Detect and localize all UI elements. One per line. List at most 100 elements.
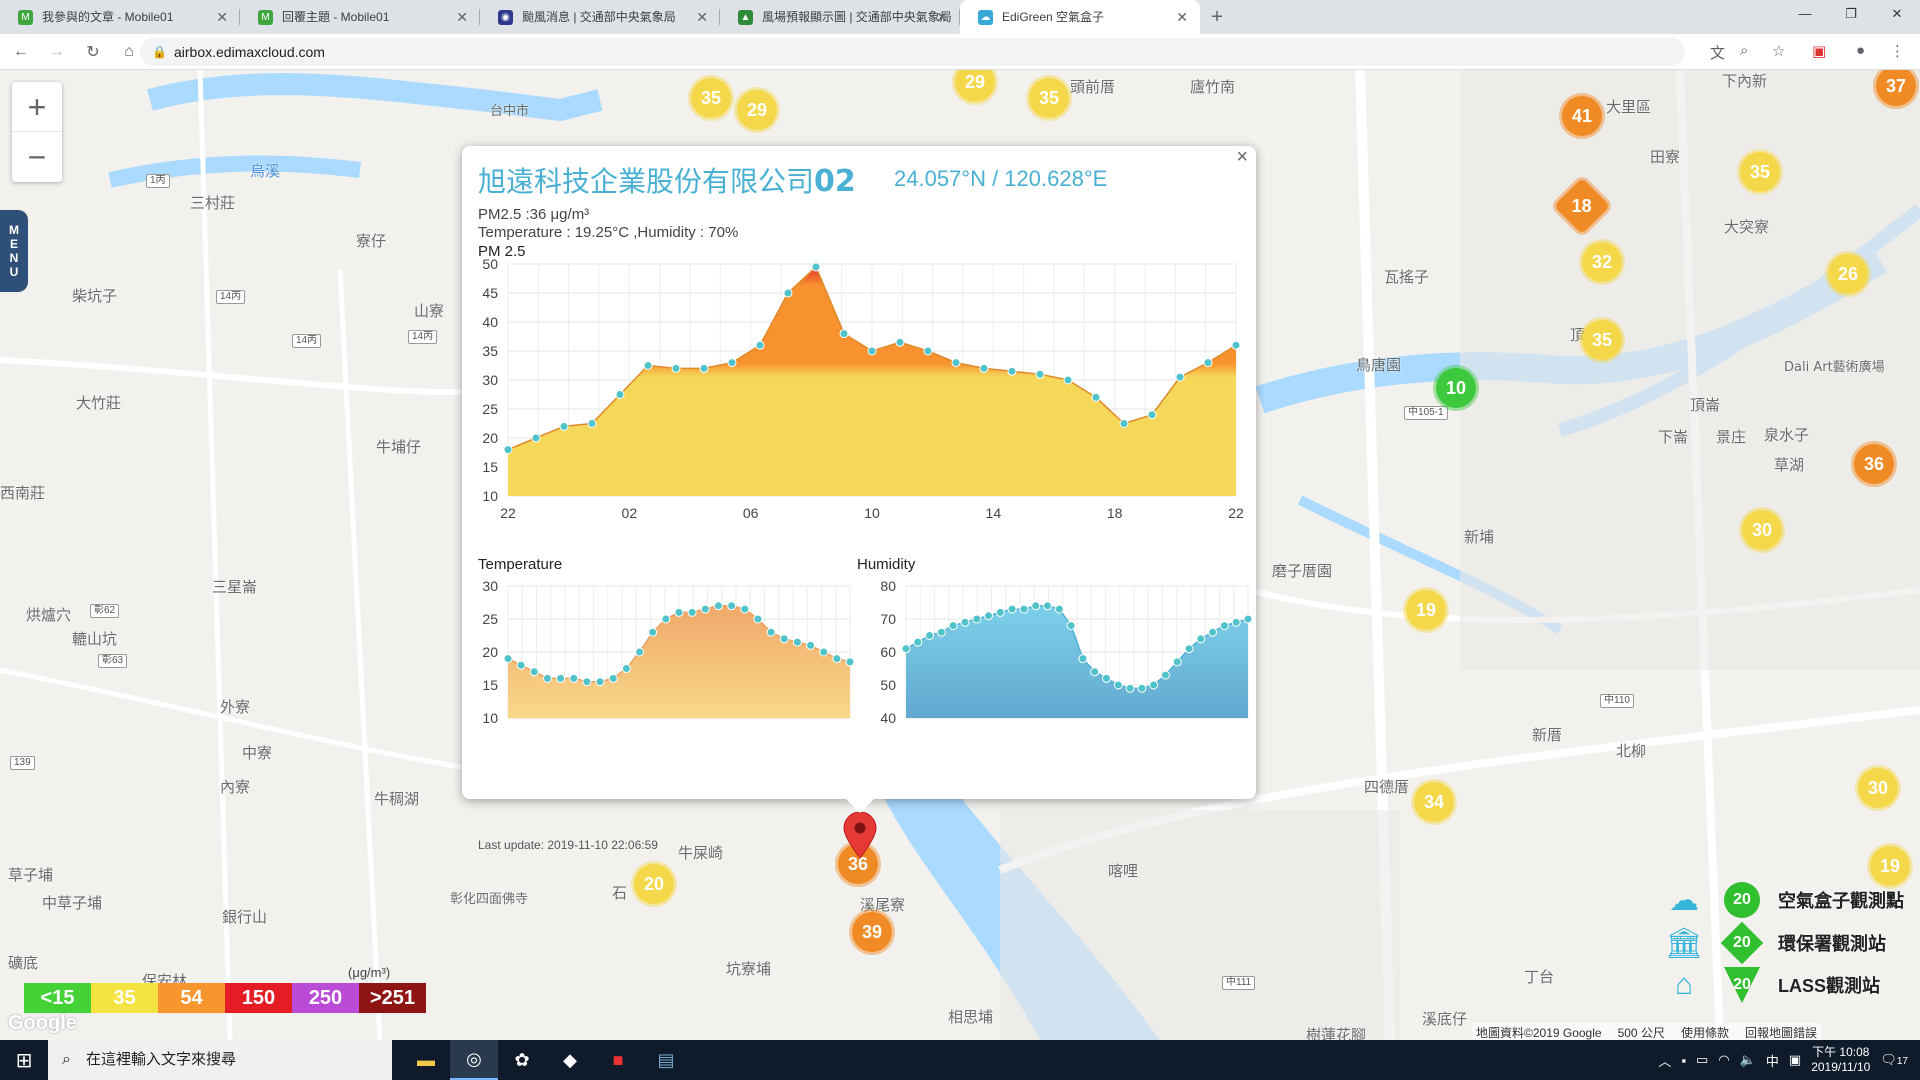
pm25-marker[interactable]: 35 <box>1029 78 1069 118</box>
notification-count: 17 <box>1896 1056 1908 1067</box>
pm25-marker[interactable]: 19 <box>1406 590 1446 630</box>
tray-expand-icon[interactable]: ︿ <box>1658 1051 1671 1070</box>
pm25-marker[interactable]: 41 <box>1562 96 1602 136</box>
profile-icon[interactable]: ● <box>1856 42 1865 59</box>
bookmark-star-icon[interactable]: ☆ <box>1772 42 1785 60</box>
map-label: 烘爐穴 <box>26 606 72 624</box>
back-icon[interactable]: ← <box>6 43 36 61</box>
app-icon[interactable]: ▤ <box>642 1040 690 1080</box>
legend-badge-circle: 20 <box>1724 882 1760 918</box>
data-point <box>995 607 1005 617</box>
menu-tab[interactable]: MENU <box>0 210 28 292</box>
legend-lass: ⌂ 20 LASS觀測站 <box>1660 965 1880 1005</box>
clock-date: 2019/11/10 <box>1811 1060 1871 1074</box>
pm25-marker[interactable]: 10 <box>1436 368 1476 408</box>
zoom-out-button[interactable]: − <box>12 132 62 182</box>
data-point <box>559 421 569 431</box>
close-window-icon[interactable]: ✕ <box>1874 0 1920 28</box>
map-label: 內寮 <box>220 778 251 796</box>
extension-icon[interactable]: ▣ <box>1812 42 1826 60</box>
data-point <box>792 637 802 647</box>
close-tab-icon[interactable]: ✕ <box>696 0 708 34</box>
app-icon[interactable]: ◆ <box>546 1040 594 1080</box>
zoom-icon[interactable]: ⌕ <box>1740 42 1748 59</box>
app-icon[interactable]: ■ <box>594 1040 642 1080</box>
browser-tab[interactable]: M 回覆主題 - Mobile01 ✕ <box>240 0 480 34</box>
data-point <box>1035 369 1045 379</box>
tray-app-icon[interactable]: ▪ <box>1681 1053 1686 1068</box>
browser-tab-active[interactable]: ☁ EdiGreen 空氣盒子 ✕ <box>960 0 1200 34</box>
pm25-marker[interactable]: 26 <box>1828 254 1868 294</box>
taskbar-search[interactable]: ⌕ 在這裡輸入文字來搜尋 <box>48 1040 392 1080</box>
y-tick-label: 40 <box>880 710 896 726</box>
data-point <box>671 363 681 373</box>
pm25-marker[interactable]: 35 <box>1582 320 1622 360</box>
data-point <box>1203 358 1213 368</box>
battery-icon[interactable]: ▭ <box>1696 1052 1708 1068</box>
ime-indicator[interactable]: 中 <box>1766 1051 1779 1070</box>
close-tab-icon[interactable]: ✕ <box>936 0 948 34</box>
pm25-marker[interactable]: 30 <box>1742 510 1782 550</box>
more-menu-icon[interactable]: ⋮ <box>1890 42 1905 60</box>
data-point <box>1007 366 1017 376</box>
browser-tab[interactable]: M 我參與的文章 - Mobile01 ✕ <box>0 0 240 34</box>
data-point <box>1196 634 1206 644</box>
data-point <box>806 640 816 650</box>
windows-start-icon[interactable]: ⊞ <box>0 1040 48 1080</box>
pm25-marker[interactable]: 32 <box>1582 242 1622 282</box>
terms-link[interactable]: 使用條款 <box>1681 1024 1729 1040</box>
browser-toolbar: ← → ↻ ⌂ 🔒 airbox.edimaxcloud.com 文 ⌕ ☆ ▣… <box>0 34 1920 70</box>
legend-level-3: 54 <box>158 983 225 1013</box>
road <box>0 357 481 396</box>
minimize-icon[interactable]: — <box>1782 0 1828 28</box>
close-popup-icon[interactable]: × <box>1236 146 1248 169</box>
legend-airbox: ☁ 20 空氣盒子觀測點 <box>1660 880 1904 920</box>
pm25-marker[interactable]: 35 <box>691 78 731 118</box>
translate-icon[interactable]: 文 <box>1710 42 1725 63</box>
restore-icon[interactable]: ❐ <box>1828 0 1874 28</box>
pm25-marker[interactable]: 39 <box>852 912 892 952</box>
map-label: 牛稠湖 <box>374 790 420 808</box>
pm25-marker[interactable]: 20 <box>634 864 674 904</box>
data-point <box>1019 604 1029 614</box>
zoom-in-button[interactable]: + <box>12 82 62 132</box>
scale-bar[interactable]: 500 公尺 <box>1618 1024 1665 1040</box>
close-tab-icon[interactable]: ✕ <box>456 0 468 34</box>
map-label: 喀哩 <box>1108 862 1139 880</box>
data-point <box>1101 673 1111 683</box>
file-explorer-icon[interactable]: ▬ <box>402 1040 450 1080</box>
app-icon[interactable]: ✿ <box>498 1040 546 1080</box>
reload-icon[interactable]: ↻ <box>78 42 108 62</box>
close-tab-icon[interactable]: ✕ <box>1176 0 1188 34</box>
forward-icon[interactable]: → <box>42 43 72 61</box>
browser-tab[interactable]: ◉ 颱風消息 | 交通部中央氣象局 ✕ <box>480 0 720 34</box>
pm25-marker[interactable]: 36 <box>1854 444 1894 484</box>
data-point <box>503 654 513 664</box>
location-pin-icon[interactable] <box>842 812 878 860</box>
data-point <box>582 677 592 687</box>
close-tab-icon[interactable]: ✕ <box>216 0 228 34</box>
clock[interactable]: 下午 10:08 2019/11/10 <box>1811 1045 1870 1075</box>
pm25-marker[interactable]: 35 <box>1740 152 1780 192</box>
notification-icon[interactable]: 🗨17 <box>1880 1052 1908 1068</box>
road-shield: 中110 <box>1600 694 1634 708</box>
data-point <box>595 677 605 687</box>
data-point <box>635 647 645 657</box>
map-label: 寮仔 <box>356 232 387 250</box>
y-tick-label: 30 <box>482 372 498 388</box>
map-label: 礦底 <box>8 954 39 972</box>
volume-icon[interactable]: 🔈 <box>1740 1052 1756 1068</box>
address-bar[interactable]: 🔒 airbox.edimaxcloud.com <box>140 38 1685 66</box>
map-canvas[interactable]: 三村莊 寮仔 柴坑子 山寮 大竹莊 牛埔仔 西南莊 三星崙 烘爐穴 轆山坑 外寮… <box>0 70 1920 1040</box>
pm25-marker[interactable]: 30 <box>1858 768 1898 808</box>
new-tab-button[interactable]: + <box>1200 0 1234 34</box>
browser-tab[interactable]: ▲ 風場預報顯示圖 | 交通部中央氣象局 ✕ <box>720 0 960 34</box>
pm25-marker[interactable]: 34 <box>1414 782 1454 822</box>
notes-icon[interactable]: ▣ <box>1789 1052 1801 1068</box>
report-error-link[interactable]: 回報地圖錯誤 <box>1745 1024 1817 1040</box>
chrome-icon[interactable]: ◎ <box>450 1040 498 1080</box>
lock-icon: 🔒 <box>152 45 167 59</box>
wifi-icon[interactable]: ◠ <box>1718 1052 1729 1068</box>
pm25-marker[interactable]: 29 <box>737 90 777 130</box>
map-label: 銀行山 <box>222 908 268 926</box>
